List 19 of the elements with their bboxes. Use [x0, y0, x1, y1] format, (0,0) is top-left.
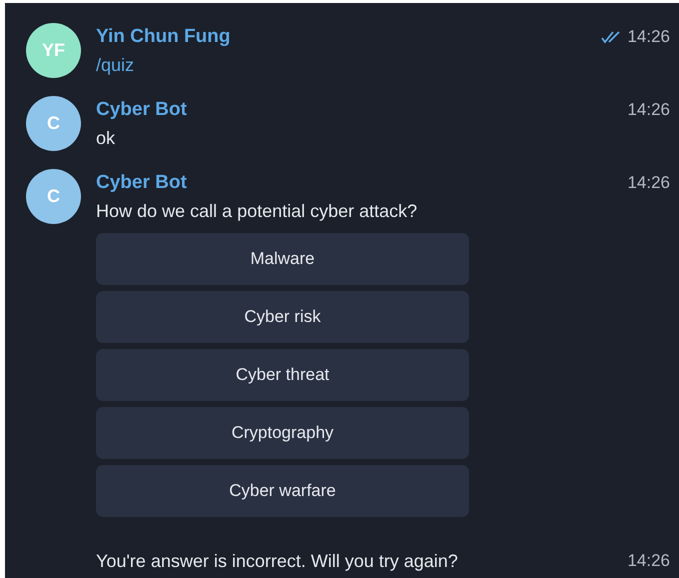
message-time: 14:26 [627, 173, 670, 193]
avatar: C [26, 169, 81, 224]
sender-name: Cyber Bot [96, 99, 187, 121]
message-text: ok [96, 127, 116, 150]
message-text: How do we call a potential cyber attack? [96, 200, 418, 223]
avatar: C [26, 96, 81, 151]
message-time: 14:26 [627, 100, 670, 120]
message-text: You're answer is incorrect. Will you try again? [96, 550, 458, 573]
answer-button[interactable]: Cyber threat [96, 349, 469, 401]
answer-button[interactable]: Cryptography [96, 407, 469, 459]
sender-name: Cyber Bot [96, 172, 187, 194]
command-link[interactable]: /quiz [96, 51, 670, 79]
message-time: 14:26 [627, 27, 670, 47]
avatar: YF [26, 23, 81, 78]
answer-button[interactable]: Cyber warfare [96, 465, 469, 517]
sender-name: Yin Chun Fung [96, 26, 230, 48]
message-time: 14:26 [627, 551, 670, 571]
answer-button[interactable]: Malware [96, 233, 469, 285]
answer-button[interactable]: Cyber risk [96, 291, 469, 343]
